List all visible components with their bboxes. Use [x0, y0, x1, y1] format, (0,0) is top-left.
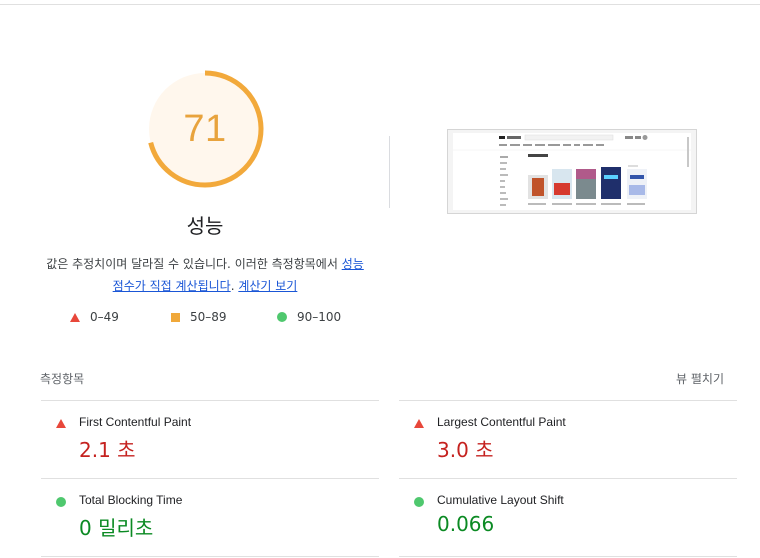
score-description: 값은 추정치이며 달라질 수 있습니다. 이러한 측정항목에서 성능 점수가 직… — [40, 253, 370, 297]
green-circle-icon — [277, 312, 287, 322]
thumbnail-scrollbar — [687, 137, 689, 167]
red-triangle-icon — [70, 312, 80, 322]
metric-lcp: Largest Contentful Paint 3.0 초 — [399, 400, 737, 479]
metric-value: 2.1 초 — [79, 438, 136, 462]
legend-item-fail: 0–49 — [70, 310, 119, 324]
legend-item-pass: 90–100 — [277, 310, 341, 324]
metric-divider — [399, 556, 737, 557]
metric-value: 0 밀리초 — [79, 516, 154, 540]
orange-square-icon — [171, 312, 180, 322]
metric-tbt: Total Blocking Time 0 밀리초 — [41, 478, 379, 557]
legend-label: 50–89 — [190, 310, 227, 324]
legend-label: 90–100 — [297, 310, 342, 324]
metric-name: Total Blocking Time — [79, 493, 183, 507]
metric-value: 3.0 초 — [437, 438, 494, 462]
red-triangle-icon — [56, 419, 66, 428]
top-divider — [0, 4, 760, 5]
thumbnail-preview-image — [453, 133, 691, 210]
performance-gauge: 71 — [144, 68, 266, 190]
metrics-header: 측정항목 — [40, 372, 85, 386]
metric-fcp: First Contentful Paint 2.1 초 — [41, 400, 379, 479]
vertical-divider — [389, 136, 390, 208]
red-triangle-icon — [414, 419, 424, 428]
metric-name: First Contentful Paint — [79, 415, 192, 429]
metric-name: Cumulative Layout Shift — [437, 493, 564, 507]
performance-score: 71 — [183, 107, 227, 150]
page-screenshot-thumbnail[interactable] — [447, 129, 697, 214]
calculator-link[interactable]: 계산기 보기 — [238, 279, 297, 293]
green-circle-icon — [414, 497, 424, 507]
description-text: 값은 추정치이며 달라질 수 있습니다. 이러한 측정항목에서 — [46, 257, 342, 271]
score-legend: 0–49 50–89 90–100 — [0, 310, 760, 328]
metric-value: 0.066 — [437, 512, 495, 536]
metric-cls: Cumulative Layout Shift 0.066 — [399, 478, 737, 557]
metric-divider — [41, 556, 379, 557]
legend-item-average: 50–89 — [171, 310, 227, 324]
gauge-title: 성능 — [186, 214, 224, 238]
metric-name: Largest Contentful Paint — [437, 415, 566, 429]
thumbnail-page — [453, 133, 691, 210]
legend-label: 0–49 — [90, 310, 119, 324]
expand-view-button[interactable]: 뷰 펼치기 — [676, 370, 724, 387]
green-circle-icon — [56, 497, 66, 507]
